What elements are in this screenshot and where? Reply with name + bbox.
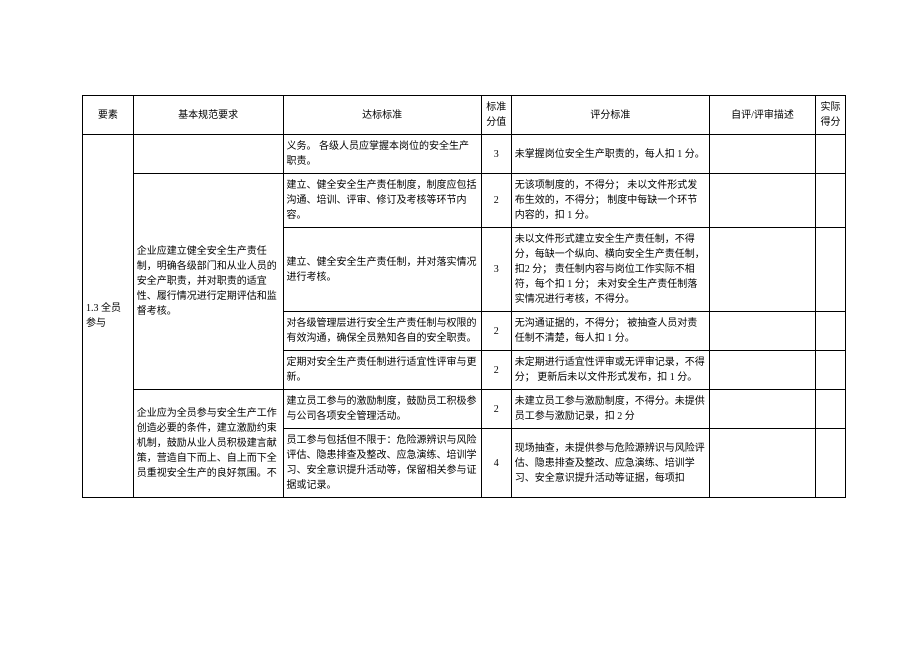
cell-review <box>709 312 815 351</box>
header-element: 要素 <box>83 96 134 135</box>
table-row: 1.3 全员参与 义务。 各级人员应掌握本岗位的安全生产职责。 3 未掌握岗位安… <box>83 135 846 174</box>
cell-criteria: 未以文件形式建立安全生产责任制，不得分，每缺一个纵向、横向安全生产责任制，扣2 … <box>511 228 709 312</box>
cell-criteria: 无该项制度的，不得分； 未以文件形式发布生效的，不得分； 制度中每缺一个环节内容… <box>511 174 709 228</box>
header-criteria: 评分标准 <box>511 96 709 135</box>
table-header-row: 要素 基本规范要求 达标标准 标准分值 评分标准 自评/评审描述 实际得分 <box>83 96 846 135</box>
table-row: 企业应为全员参与安全生产工作创造必要的条件，建立激励约束机制，鼓励从业人员积极建… <box>83 390 846 429</box>
cell-score: 2 <box>481 390 511 429</box>
cell-basic: 企业应为全员参与安全生产工作创造必要的条件，建立激励约束机制，鼓励从业人员积极建… <box>133 390 283 498</box>
cell-standard: 定期对安全生产责任制进行适宜性评审与更新。 <box>283 351 481 390</box>
cell-score: 2 <box>481 312 511 351</box>
cell-actual <box>815 228 845 312</box>
cell-review <box>709 228 815 312</box>
cell-score: 2 <box>481 174 511 228</box>
cell-review <box>709 351 815 390</box>
cell-standard: 建立、健全安全生产责任制，并对落实情况进行考核。 <box>283 228 481 312</box>
table-row: 企业应建立健全安全生产责任制，明确各级部门和从业人员的安全产职责，并对职责的适宜… <box>83 174 846 228</box>
header-basic: 基本规范要求 <box>133 96 283 135</box>
cell-criteria: 未掌握岗位安全生产职责的，每人扣 1 分。 <box>511 135 709 174</box>
cell-standard: 建立、健全安全生产责任制度，制度应包括沟通、培训、评审、修订及考核等环节内容。 <box>283 174 481 228</box>
header-actual: 实际得分 <box>815 96 845 135</box>
cell-review <box>709 390 815 429</box>
cell-score: 3 <box>481 135 511 174</box>
cell-basic <box>133 135 283 174</box>
cell-element: 1.3 全员参与 <box>83 135 134 498</box>
cell-criteria: 未定期进行适宜性评审或无评审记录，不得分； 更新后未以文件形式发布，扣 1 分。 <box>511 351 709 390</box>
cell-criteria: 现场抽查，未提供参与危险源辨识与风险评估、隐患排查及整改、应急演练、培训学习、安… <box>511 429 709 498</box>
cell-standard: 对各级管理层进行安全生产责任制与权限的有效沟通，确保全员熟知各自的安全职责。 <box>283 312 481 351</box>
header-score: 标准分值 <box>481 96 511 135</box>
header-standard: 达标标准 <box>283 96 481 135</box>
cell-score: 2 <box>481 351 511 390</box>
cell-review <box>709 429 815 498</box>
cell-actual <box>815 174 845 228</box>
cell-standard: 员工参与包括但不限于：危险源辨识与风险评估、隐患排查及整改、应急演练、培训学习、… <box>283 429 481 498</box>
cell-actual <box>815 312 845 351</box>
cell-actual <box>815 429 845 498</box>
cell-criteria: 未建立员工参与激励制度，不得分。未提供员工参与激励记录，扣 2 分 <box>511 390 709 429</box>
cell-standard: 建立员工参与的激励制度，鼓励员工积极参与公司各项安全管理活动。 <box>283 390 481 429</box>
cell-actual <box>815 135 845 174</box>
cell-score: 4 <box>481 429 511 498</box>
cell-review <box>709 135 815 174</box>
cell-actual <box>815 351 845 390</box>
cell-actual <box>815 390 845 429</box>
cell-basic: 企业应建立健全安全生产责任制，明确各级部门和从业人员的安全产职责，并对职责的适宜… <box>133 174 283 390</box>
cell-criteria: 无沟通证据的，不得分； 被抽查人员对责任制不清楚，每人扣 1 分。 <box>511 312 709 351</box>
cell-standard: 义务。 各级人员应掌握本岗位的安全生产职责。 <box>283 135 481 174</box>
cell-review <box>709 174 815 228</box>
cell-score: 3 <box>481 228 511 312</box>
header-review: 自评/评审描述 <box>709 96 815 135</box>
